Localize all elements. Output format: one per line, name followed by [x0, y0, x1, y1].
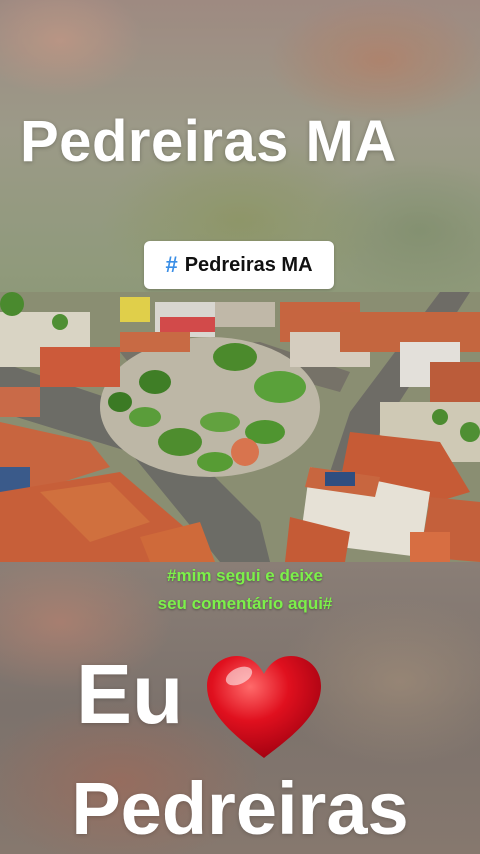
- aerial-town-photo: [0, 292, 480, 562]
- caption-line-1: #mim segui e deixe: [167, 566, 323, 585]
- top-title: Pedreiras MA: [20, 109, 397, 174]
- eu-text: Eu: [76, 647, 184, 741]
- hashtag-icon: #: [165, 252, 178, 277]
- hashtag-label: Pedreiras MA: [184, 253, 313, 276]
- city-text: Pedreiras: [71, 767, 409, 850]
- hashtag-chip[interactable]: # Pedreiras MA: [144, 241, 334, 289]
- heart-icon: [205, 654, 323, 762]
- caption: #mim segui e deixe seu comentário aqui#: [0, 562, 480, 618]
- caption-line-2: seu comentário aqui#: [157, 594, 333, 613]
